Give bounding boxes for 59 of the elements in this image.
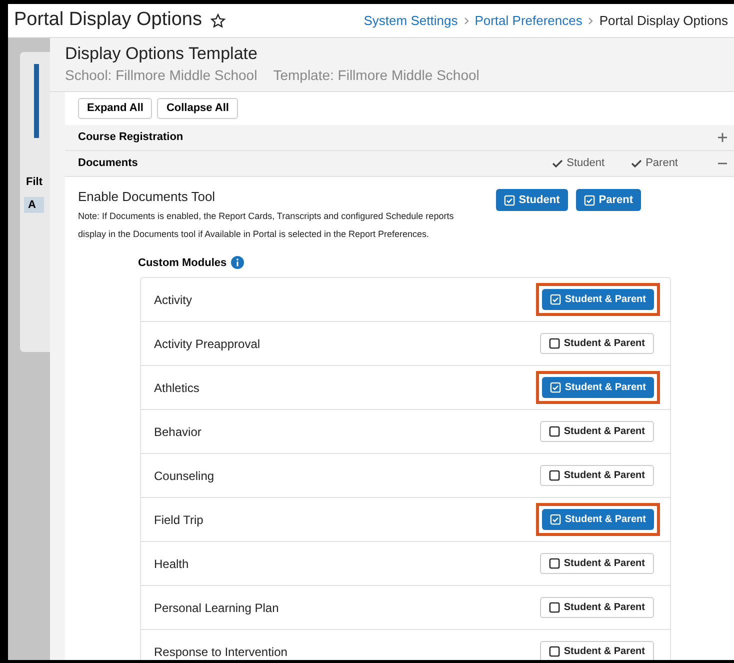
empty-box-icon: [548, 558, 560, 569]
note-text: Note: If Documents is enabled, the Report Cards, Transcripts and configured Schedule reports: [78, 210, 455, 223]
chip[interactable]: A: [24, 196, 44, 213]
checked-box-icon: [504, 194, 515, 206]
star-icon[interactable]: [210, 12, 226, 28]
module-toggle-button[interactable]: Student & Parent: [542, 509, 654, 530]
checked-box-icon: [584, 194, 595, 206]
module-toggle-button[interactable]: Student & Parent: [542, 289, 654, 310]
audience-label: Student: [566, 156, 605, 172]
module-toggle-button[interactable]: Student & Parent: [540, 333, 654, 354]
section-title: Documents: [78, 156, 139, 172]
module-toggle-button[interactable]: Student & Parent: [540, 421, 654, 442]
checked-box-icon: [550, 382, 561, 393]
module-toggle-button[interactable]: Student & Parent: [542, 377, 654, 398]
audience-label: Parent: [646, 156, 678, 172]
empty-box-icon: [548, 470, 560, 481]
module-name: Counseling: [154, 468, 214, 484]
toolbar-button[interactable]: Expand All: [78, 98, 152, 119]
template-label: Template: Fillmore Middle School: [273, 66, 480, 85]
chevron-icon: [588, 16, 594, 24]
module-toggle-button[interactable]: Student & Parent: [540, 641, 654, 660]
breadcrumb: Portal Display Options: [599, 12, 728, 30]
template-title: Display Options Template: [65, 43, 258, 65]
school-label: School: Fillmore Middle School: [65, 66, 258, 85]
check-icon: [630, 159, 642, 168]
page-title: Portal Display Options: [14, 8, 202, 32]
section-header[interactable]: Documents Student Parent: [65, 151, 734, 177]
empty-box-icon: [548, 602, 560, 613]
module-name: Behavior: [154, 424, 202, 440]
module-name: Activity: [154, 292, 192, 308]
toolbar-button[interactable]: Collapse All: [157, 98, 238, 119]
section-title: Course Registration: [78, 130, 184, 146]
note-text: display in the Documents tool if Available in Portal is selected in the Report Preferences.: [78, 228, 430, 241]
module-name: Activity Preapproval: [154, 336, 260, 352]
module-name: Athletics: [154, 380, 200, 396]
module-name: Personal Learning Plan: [154, 600, 279, 616]
toggle-button[interactable]: Student: [496, 189, 568, 211]
toggle-button[interactable]: Parent: [576, 189, 641, 211]
info-icon[interactable]: [230, 256, 244, 270]
module-name: Health: [154, 556, 189, 572]
expand-icon[interactable]: [718, 133, 727, 142]
breadcrumb[interactable]: System Settings: [364, 10, 458, 30]
module-toggle-button[interactable]: Student & Parent: [540, 465, 654, 486]
empty-box-icon: [548, 426, 560, 437]
section-subtitle: Custom Modules: [138, 256, 227, 270]
empty-box-icon: [548, 646, 560, 657]
chevron-icon: [464, 16, 469, 24]
filter-label: Filt: [26, 175, 44, 190]
module-name: Field Trip: [154, 512, 204, 528]
checked-box-icon: [550, 514, 561, 525]
tool-title: Enable Documents Tool: [78, 188, 216, 206]
module-toggle-button[interactable]: Student & Parent: [540, 597, 654, 618]
module-toggle-button[interactable]: Student & Parent: [540, 553, 654, 574]
module-name: Response to Intervention: [154, 644, 288, 660]
breadcrumb[interactable]: Portal Preferences: [474, 10, 582, 30]
checked-box-icon: [550, 294, 561, 305]
empty-box-icon: [548, 338, 560, 349]
check-icon: [552, 159, 563, 168]
section-header[interactable]: Course Registration: [65, 125, 734, 151]
